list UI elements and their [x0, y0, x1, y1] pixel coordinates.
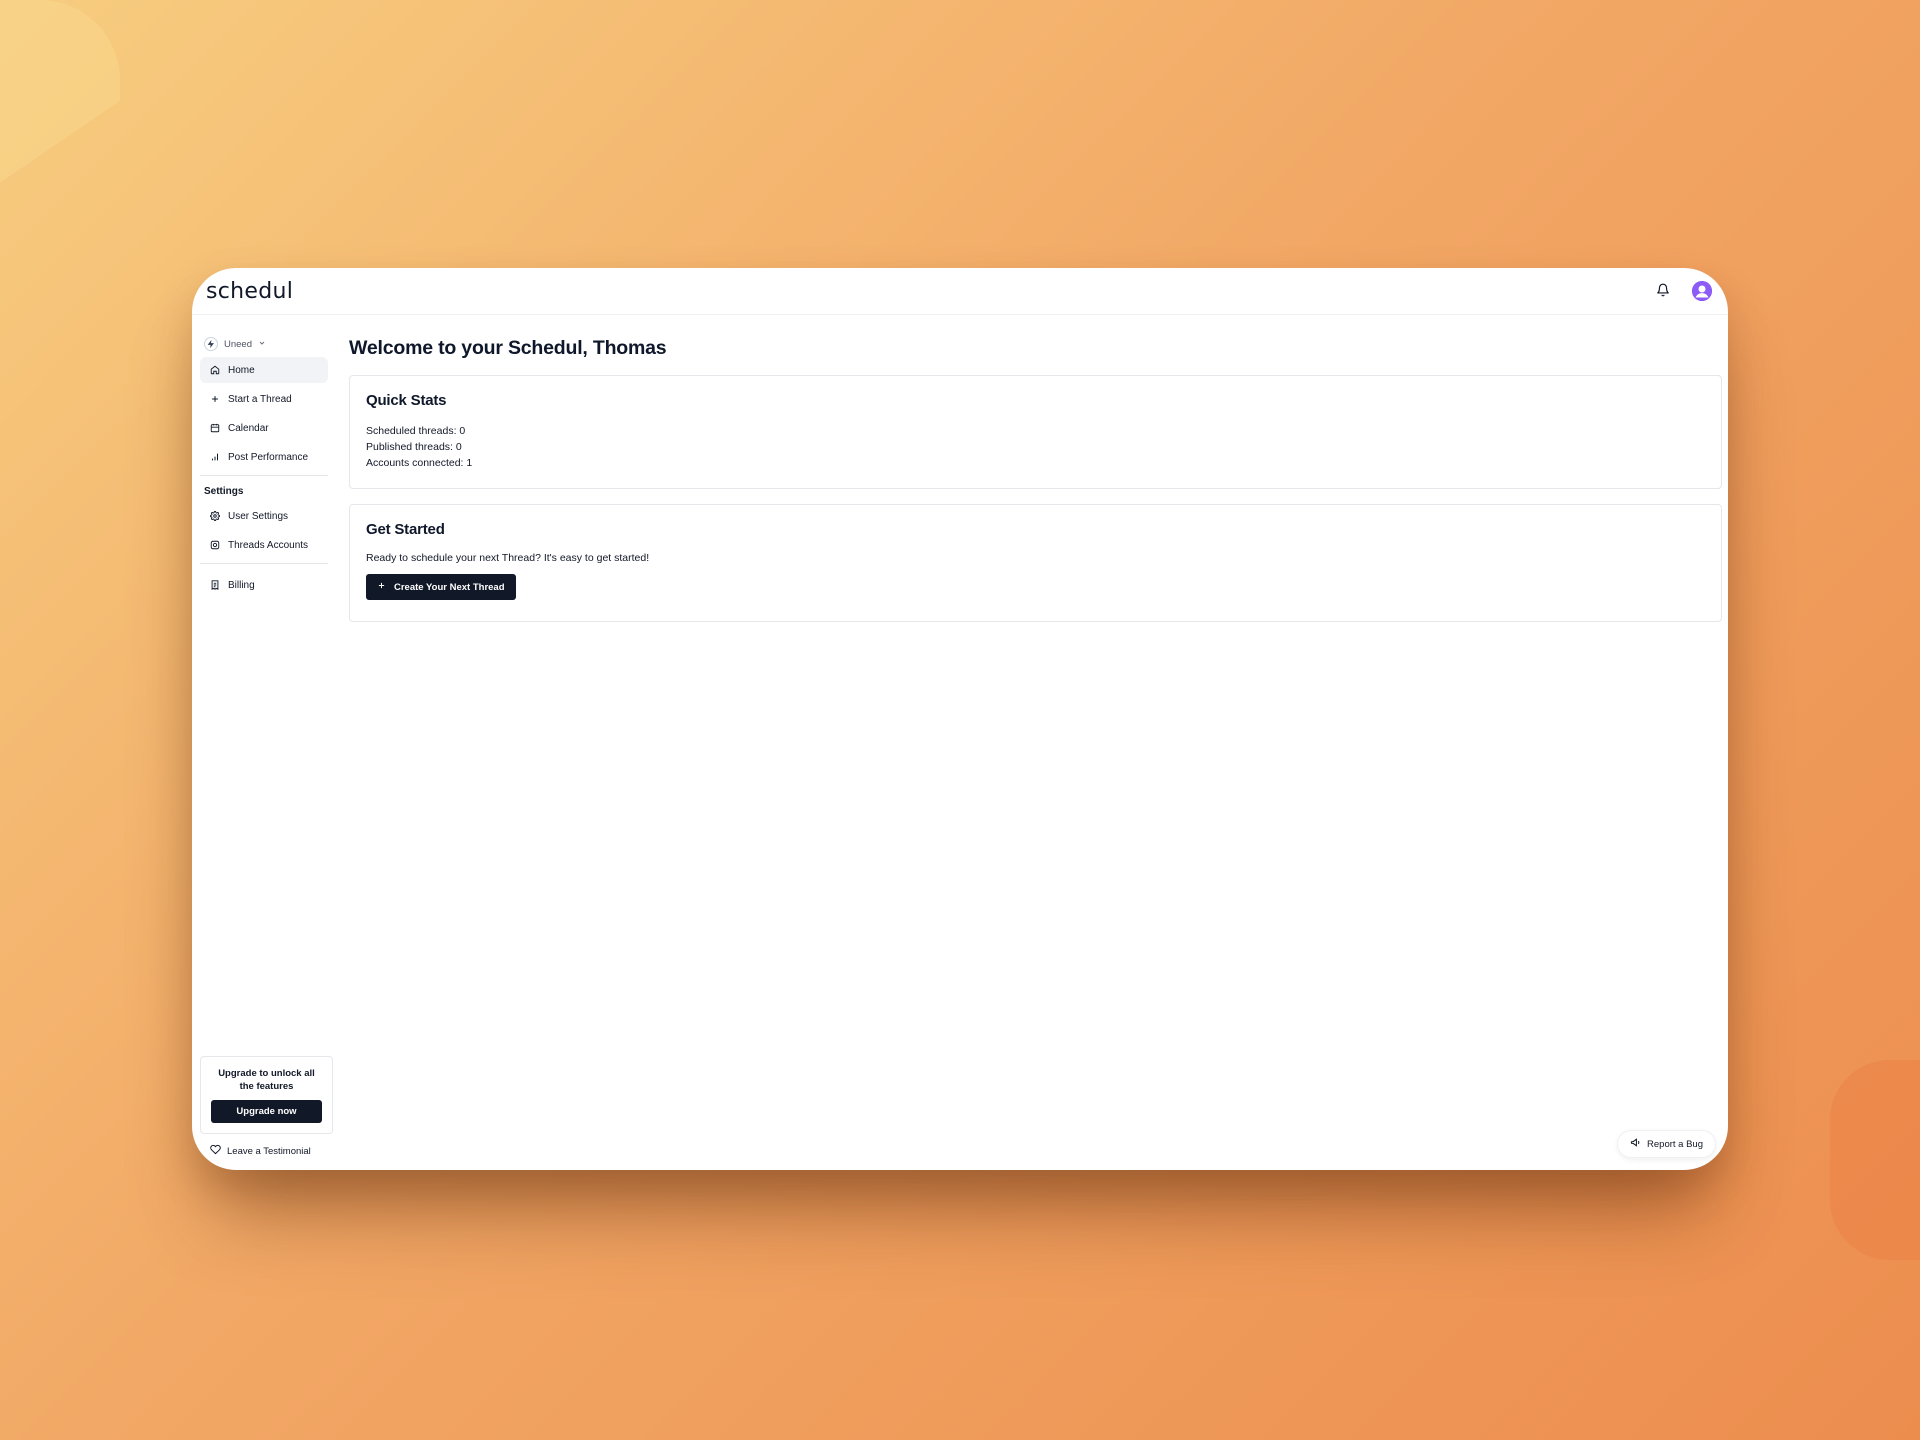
create-next-thread-button[interactable]: Create Your Next Thread [366, 574, 516, 600]
upgrade-now-button[interactable]: Upgrade now [211, 1100, 322, 1123]
receipt-icon [210, 580, 220, 590]
plus-icon [210, 394, 220, 404]
leave-testimonial-link[interactable]: Leave a Testimonial [210, 1144, 311, 1158]
background-shape [0, 0, 120, 210]
calendar-icon [210, 423, 220, 433]
home-icon [210, 365, 220, 375]
sidebar-item-threads-accounts[interactable]: Threads Accounts [200, 532, 328, 558]
sidebar-item-label: User Settings [228, 510, 289, 522]
sidebar-item-label: Threads Accounts [228, 539, 309, 551]
get-started-title: Get Started [366, 521, 445, 538]
main-content: Welcome to your Schedul, Thomas Quick St… [332, 315, 1728, 1170]
workspace-logo-icon [204, 337, 218, 351]
divider [200, 475, 328, 476]
megaphone-icon [1630, 1137, 1641, 1151]
sidebar-item-user-settings[interactable]: User Settings [200, 503, 328, 529]
sidebar-item-label: Billing [228, 579, 255, 591]
get-started-description: Ready to schedule your next Thread? It's… [366, 552, 650, 564]
instagram-icon [210, 540, 220, 550]
report-bug-label: Report a Bug [1647, 1138, 1703, 1150]
workspace-switcher[interactable]: Uneed [200, 335, 326, 353]
plus-icon [377, 581, 386, 593]
background-shape [1830, 1060, 1920, 1260]
bell-icon[interactable] [1656, 283, 1672, 299]
testimonial-label: Leave a Testimonial [227, 1145, 311, 1157]
app-logo[interactable]: schedul [206, 279, 293, 304]
header-actions [1656, 281, 1712, 301]
sidebar-item-label: Calendar [228, 422, 269, 434]
get-started-card: Get Started Ready to schedule your next … [349, 504, 1722, 622]
sidebar-item-label: Post Performance [228, 451, 309, 463]
quick-stats-title: Quick Stats [366, 392, 447, 409]
sidebar-item-label: Start a Thread [228, 393, 292, 405]
stat-accounts-connected: Accounts connected: 1 [366, 457, 473, 469]
quick-stats-card: Quick Stats Scheduled threads: 0 Publish… [349, 375, 1722, 489]
page-title: Welcome to your Schedul, Thomas [349, 337, 667, 359]
top-bar: schedul [192, 268, 1728, 315]
upgrade-text: Upgrade to unlock all the features [218, 1068, 315, 1092]
settings-section-label: Settings [204, 486, 244, 497]
heart-icon [210, 1144, 221, 1158]
sidebar: Uneed Home Start a Thread Calendar Post … [192, 315, 333, 1170]
user-avatar[interactable] [1692, 281, 1712, 301]
gear-icon [210, 511, 220, 521]
sidebar-item-home[interactable]: Home [200, 357, 328, 383]
sidebar-item-calendar[interactable]: Calendar [200, 415, 328, 441]
create-next-thread-label: Create Your Next Thread [394, 581, 505, 593]
app-window: schedul Uneed Home Start a Thread Calend… [192, 268, 1728, 1170]
stat-scheduled-threads: Scheduled threads: 0 [366, 425, 466, 437]
bar-chart-icon [210, 452, 220, 462]
sidebar-item-label: Home [228, 364, 255, 376]
sidebar-item-billing[interactable]: Billing [200, 572, 328, 598]
divider [200, 563, 328, 564]
main-nav: Home Start a Thread Calendar Post Perfor… [200, 357, 328, 470]
sidebar-item-post-performance[interactable]: Post Performance [200, 444, 328, 470]
chevron-down-icon [258, 339, 266, 350]
workspace-name: Uneed [224, 338, 252, 350]
sidebar-item-start-thread[interactable]: Start a Thread [200, 386, 328, 412]
stat-published-threads: Published threads: 0 [366, 441, 462, 453]
report-bug-button[interactable]: Report a Bug [1617, 1130, 1716, 1158]
app-layout: Uneed Home Start a Thread Calendar Post … [192, 315, 1728, 1170]
upgrade-card: Upgrade to unlock all the features Upgra… [200, 1056, 333, 1134]
